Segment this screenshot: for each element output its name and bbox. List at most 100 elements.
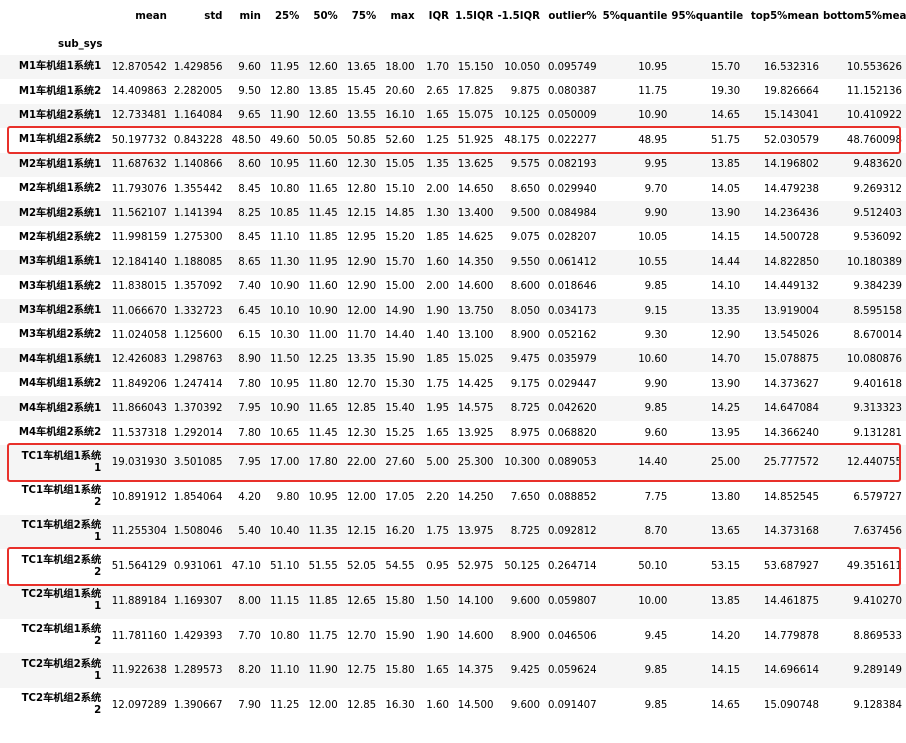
table-row: TC2车机组2系统 1 11.922638 1.289573 8.20 11.10 11.… bbox=[0, 653, 906, 689]
table-cell: 7.75 bbox=[644, 491, 668, 503]
table-cell: 8.725 bbox=[510, 403, 540, 415]
table-cell: 12.184140 bbox=[111, 256, 167, 268]
table-cell: 0.022277 bbox=[547, 134, 597, 146]
table-cell: 10.125 bbox=[504, 110, 540, 122]
column-header: max bbox=[390, 11, 415, 22]
table-cell: 7.70 bbox=[238, 630, 261, 642]
table-cell: 12.85 bbox=[347, 403, 377, 415]
table-cell: 14.250 bbox=[457, 491, 494, 503]
table-cell: 1.65 bbox=[426, 665, 449, 677]
table-cell: 1.508046 bbox=[173, 526, 223, 538]
table-cell: 0.084984 bbox=[547, 208, 597, 220]
table-cell: 17.80 bbox=[308, 457, 338, 469]
column-header: 1.5IQR bbox=[455, 11, 494, 22]
table-cell: 13.65 bbox=[347, 61, 377, 73]
table-cell: 11.889184 bbox=[111, 595, 167, 607]
table-cell: 12.440755 bbox=[846, 457, 902, 469]
table-cell: 1.65 bbox=[426, 110, 449, 122]
table-cell: 52.030579 bbox=[763, 134, 820, 146]
table-cell: 11.60 bbox=[308, 159, 338, 171]
table-cell: 11.15 bbox=[270, 595, 300, 607]
table-cell: 15.25 bbox=[385, 427, 415, 439]
table-cell: 49.351611 bbox=[846, 561, 902, 573]
table-cell: 1.70 bbox=[426, 61, 449, 73]
table-cell: 13.545026 bbox=[763, 329, 820, 341]
table-cell: 11.687632 bbox=[111, 159, 167, 171]
table-cell: 50.10 bbox=[638, 561, 668, 573]
table-cell: 1.370392 bbox=[173, 403, 223, 415]
table-cell: 9.85 bbox=[644, 281, 668, 293]
table-cell: 10.300 bbox=[504, 457, 540, 469]
table-cell: 10.410922 bbox=[846, 110, 902, 122]
table-cell: 1.390667 bbox=[173, 699, 223, 711]
table-cell: 1.140866 bbox=[173, 159, 223, 171]
table-cell: 13.80 bbox=[710, 491, 741, 503]
table-row: M3车机组2系统2 11.024058 1.125600 6.15 10.30 11.00… bbox=[0, 323, 906, 347]
table-cell: 15.80 bbox=[385, 665, 415, 677]
table-cell: 9.80 bbox=[276, 491, 300, 503]
column-header-row: mean std min 25% 50% 75% max IQR 1.5IQR -1.5IQR ou… bbox=[0, 0, 906, 33]
table-cell: 1.429856 bbox=[173, 61, 223, 73]
table-cell: 14.822850 bbox=[763, 256, 820, 268]
table-cell: 12.90 bbox=[347, 281, 377, 293]
table-cell: 8.60 bbox=[238, 159, 261, 171]
row-label: M3车机组1系统1 bbox=[18, 256, 102, 268]
table-cell: 5.00 bbox=[426, 457, 449, 469]
table-cell: 9.65 bbox=[238, 110, 261, 122]
table-cell: 14.449132 bbox=[763, 281, 820, 293]
table-cell: 7.80 bbox=[238, 378, 261, 390]
table-cell: 11.45 bbox=[308, 427, 338, 439]
table-cell: 12.70 bbox=[347, 378, 377, 390]
table-cell: 11.849206 bbox=[111, 378, 167, 390]
table-cell: 16.20 bbox=[385, 526, 415, 538]
row-label: M4车机组1系统2 bbox=[18, 378, 102, 390]
table-cell: 50.85 bbox=[347, 134, 377, 146]
table-cell: 8.600 bbox=[510, 281, 540, 293]
table-row: TC1车机组2系统 1 11.255304 1.508046 5.40 10.40 11.… bbox=[0, 514, 906, 550]
table-cell: 2.00 bbox=[426, 183, 449, 195]
table-cell: 11.00 bbox=[308, 329, 338, 341]
table-cell: 8.20 bbox=[238, 665, 261, 677]
table-cell: 1.357092 bbox=[173, 281, 223, 293]
table-cell: 11.95 bbox=[270, 61, 300, 73]
table-cell: 11.255304 bbox=[111, 526, 167, 538]
table-cell: 0.264714 bbox=[547, 561, 597, 573]
table-cell: 17.00 bbox=[270, 457, 300, 469]
table-cell: 12.426083 bbox=[111, 354, 167, 366]
empty-header-cell bbox=[744, 33, 823, 55]
table-cell: 14.409863 bbox=[111, 86, 167, 98]
table-cell: 0.080387 bbox=[547, 86, 597, 98]
table-cell: 9.269312 bbox=[853, 183, 902, 195]
table-row: M2车机组1系统2 11.793076 1.355442 8.45 10.80 11.65… bbox=[0, 177, 906, 201]
table-cell: 19.30 bbox=[710, 86, 741, 98]
table-cell: 10.30 bbox=[270, 329, 300, 341]
table-cell: 1.854064 bbox=[173, 491, 223, 503]
table-cell: 11.30 bbox=[270, 256, 300, 268]
table-cell: 12.85 bbox=[347, 699, 377, 711]
table-cell: 11.75 bbox=[308, 630, 338, 642]
table-cell: 0.050009 bbox=[547, 110, 597, 122]
table-cell: 49.60 bbox=[270, 134, 300, 146]
table-cell: 12.90 bbox=[347, 256, 377, 268]
table-cell: 7.637456 bbox=[853, 526, 902, 538]
table-cell: 9.425 bbox=[510, 665, 540, 677]
table-cell: 10.180389 bbox=[846, 256, 902, 268]
table-cell: 11.838015 bbox=[111, 281, 167, 293]
table-cell: 27.60 bbox=[385, 457, 415, 469]
table-cell: 13.975 bbox=[457, 526, 494, 538]
table-cell: 11.998159 bbox=[111, 232, 167, 244]
table-cell: 9.90 bbox=[644, 378, 668, 390]
table-cell: 11.90 bbox=[308, 665, 338, 677]
table-cell: 7.90 bbox=[238, 699, 261, 711]
table-cell: 11.65 bbox=[308, 403, 338, 415]
row-label: M4车机组2系统2 bbox=[18, 427, 102, 439]
table-cell: 13.919004 bbox=[763, 305, 820, 317]
table-cell: 10.95 bbox=[638, 61, 668, 73]
table-cell: 0.046506 bbox=[547, 630, 597, 642]
table-cell: 2.282005 bbox=[173, 86, 223, 98]
table-cell: 14.25 bbox=[710, 403, 741, 415]
table-cell: 10.80 bbox=[270, 183, 300, 195]
table-cell: 50.125 bbox=[504, 561, 540, 573]
table-cell: 1.30 bbox=[426, 208, 449, 220]
table-cell: 8.90 bbox=[238, 354, 261, 366]
